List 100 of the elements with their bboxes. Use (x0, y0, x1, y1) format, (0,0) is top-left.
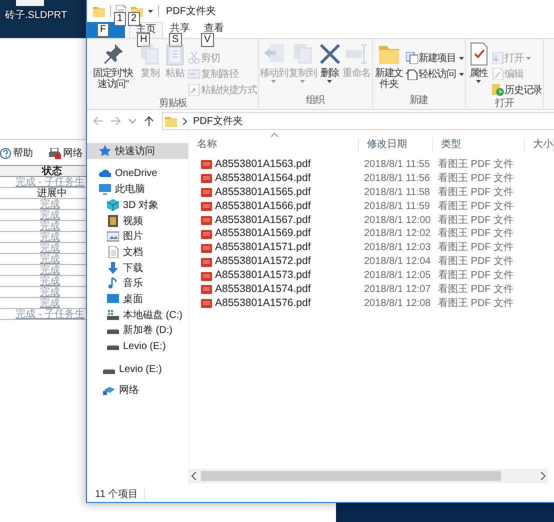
file-item[interactable]: A8553801A1564.pdf (189, 172, 359, 186)
document-icon (107, 246, 119, 258)
table-cell-text: 看图王 PDF 文件 (437, 214, 515, 228)
table-cell-text: 2018/8/1 12:05 (363, 269, 432, 284)
pdf-icon (201, 299, 212, 308)
nav-item[interactable]: 下载 (87, 260, 188, 276)
column-header[interactable]: 名称 (197, 138, 217, 152)
toolbar-button[interactable]: 帮助 (0, 146, 33, 160)
file-item[interactable]: A8553801A1567.pdf (189, 214, 359, 228)
file-item[interactable]: A8553801A1572.pdf (189, 255, 359, 270)
status-text: 11 个项目 (95, 487, 146, 501)
file-item[interactable]: A8553801A1574.pdf (189, 283, 359, 297)
pdf-icon (201, 160, 212, 170)
toolbar-button[interactable]: 网络 (49, 146, 83, 160)
new-item-icon (406, 52, 418, 64)
nav-item[interactable]: 图片 (87, 228, 188, 244)
monitor-icon (99, 183, 111, 195)
key-tip-tooltip: 1 (114, 12, 126, 26)
group-label: 剪贴板 (158, 98, 188, 110)
chevron-down-icon[interactable] (129, 118, 136, 124)
nav-item[interactable]: 桌面 (87, 291, 188, 307)
file-item[interactable]: A8553801A1565.pdf (189, 186, 359, 200)
scissors-icon (188, 52, 200, 64)
back-icon[interactable] (93, 116, 103, 126)
nav-item[interactable]: 新加卷 (D:) (87, 322, 188, 338)
nav-item[interactable]: 视频 (87, 212, 188, 228)
file-item[interactable]: A8553801A1576.pdf (189, 296, 359, 311)
column-header[interactable]: 大小 (533, 138, 553, 152)
star-icon (99, 145, 111, 157)
ribbon-button[interactable]: 历史记录 (492, 82, 542, 98)
image-icon (107, 230, 119, 242)
pdf-icon (201, 174, 212, 184)
ribbon-button[interactable]: 新建项目 (406, 50, 464, 66)
table-cell-text: 2018/8/1 11:58 (363, 186, 431, 200)
pdf-icon (201, 202, 212, 212)
chevron-left-icon[interactable] (191, 472, 197, 480)
group-label: 打开 (494, 98, 516, 110)
table-cell-text: 看图王 PDF 文件 (437, 296, 515, 311)
ribbon-button[interactable]: 属性 (466, 42, 491, 98)
nav-item[interactable]: 音乐 (87, 275, 188, 292)
download-icon (107, 262, 119, 274)
file-item[interactable]: A8553801A1571.pdf (189, 241, 359, 256)
group-label: 新建 (408, 95, 429, 108)
caret-icon (148, 10, 153, 13)
table-cell-text: 看图王 PDF 文件 (437, 172, 515, 186)
table-cell-text: 看图王 PDF 文件 (437, 269, 515, 284)
ribbon-button[interactable]: 轻松访问 (406, 66, 464, 82)
ribbon-button[interactable]: 固定到"快速访问" (89, 42, 137, 98)
table-cell-text: 看图王 PDF 文件 (437, 200, 515, 214)
table-cell-text: 2018/8/1 12:08 (363, 296, 432, 311)
address-field[interactable]: PDF文件夹 (162, 112, 554, 130)
table-cell-text: 看图王 PDF 文件 (437, 186, 515, 200)
nav-item[interactable]: 本地磁盘 (C:) (87, 306, 188, 322)
key-tip-tooltip: H (137, 33, 150, 47)
edit-icon (492, 68, 504, 80)
nav-item[interactable]: 快速访问 (87, 143, 188, 159)
path-icon (188, 68, 200, 80)
nav-item[interactable]: OneDrive (87, 165, 188, 181)
film-icon (107, 214, 119, 227)
nav-item[interactable]: 3D 对象 (87, 197, 188, 213)
nav-item[interactable]: 文档 (87, 244, 188, 260)
shortcut-icon (188, 84, 200, 96)
table-cell-text: 2018/8/1 12:04 (363, 255, 432, 270)
ribbon-button[interactable]: 删除 (318, 42, 342, 95)
file-item[interactable]: A8553801A1573.pdf (189, 269, 359, 284)
folder-icon (165, 115, 177, 127)
table-cell-text: 2018/8/1 11:55 (363, 158, 431, 172)
table-cell-text: 2018/8/1 12:02 (363, 227, 432, 242)
up-icon[interactable] (144, 116, 154, 126)
group-label: 组织 (304, 95, 326, 108)
forward-icon[interactable] (111, 116, 121, 126)
scroll-thumb[interactable] (201, 471, 501, 481)
table-cell-text: 2018/8/1 12:03 (363, 241, 432, 256)
chevron-right-icon (183, 118, 187, 124)
table-cell-text: 看图王 PDF 文件 (437, 255, 515, 270)
file-item[interactable]: A8553801A1569.pdf (189, 227, 359, 242)
horizontal-scrollbar[interactable] (189, 469, 548, 483)
nav-item[interactable]: 此电脑 (87, 181, 188, 197)
music-icon (107, 277, 119, 290)
table-cell-text: 2018/8/1 12:07 (363, 283, 432, 297)
nav-item[interactable]: 网络 (87, 380, 188, 400)
file-item[interactable]: A8553801A1566.pdf (189, 200, 359, 214)
table-cell-text: 2018/8/1 11:59 (363, 200, 431, 214)
key-tip-tooltip: V (201, 33, 214, 47)
chevron-right-icon[interactable] (540, 472, 546, 480)
file-item[interactable]: A8553801A1563.pdf (189, 158, 359, 172)
column-header[interactable]: 修改日期 (367, 138, 407, 152)
pdf-icon (201, 285, 212, 294)
pdf-icon (201, 216, 212, 225)
nav-item[interactable]: Levio (E:) (87, 360, 188, 380)
nav-item[interactable]: Levio (E:) (87, 338, 188, 354)
file-label[interactable]: 砖子.SLDPRT (5, 8, 68, 22)
printer-icon (49, 148, 61, 158)
column-header[interactable]: 状态 (0, 165, 86, 177)
ribbon-button[interactable]: 新建文件夹 (374, 42, 405, 95)
drive-icon (107, 308, 119, 321)
delete-icon (318, 42, 342, 66)
column-header[interactable]: 类型 (441, 138, 461, 152)
table-cell-text: 看图王 PDF 文件 (437, 283, 515, 297)
cube-icon (107, 198, 119, 211)
